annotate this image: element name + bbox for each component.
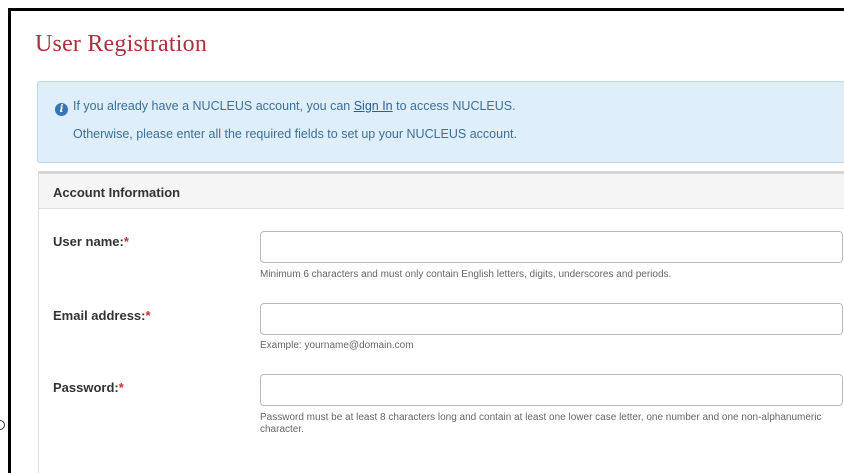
- username-help: Minimum 6 characters and must only conta…: [260, 269, 672, 280]
- password-help: Password must be at least 8 characters l…: [260, 412, 822, 435]
- required-asterisk: *: [118, 380, 124, 395]
- username-input[interactable]: [260, 231, 843, 263]
- email-help: Example: yourname@domain.com: [260, 340, 414, 351]
- username-label-text: User name:: [53, 234, 124, 249]
- panel-heading: Account Information: [39, 174, 844, 209]
- email-input[interactable]: [260, 303, 843, 335]
- info-circle-icon: i: [55, 103, 68, 116]
- account-information-panel: Account Information User name:* Minimum …: [38, 171, 844, 473]
- password-input[interactable]: [260, 374, 843, 406]
- password-label-text: Password:: [53, 380, 119, 395]
- info-text-before-link: If you already have a NUCLEUS account, y…: [73, 99, 354, 113]
- username-label: User name:*: [53, 234, 129, 249]
- info-alert: i If you already have a NUCLEUS account, …: [37, 81, 844, 163]
- panel-heading-title: Account Information: [53, 185, 181, 200]
- info-text-after-link: to access NUCLEUS.: [392, 99, 516, 113]
- email-label-text: Email address:: [53, 308, 146, 323]
- required-asterisk: *: [145, 308, 151, 323]
- info-line-1: i If you already have a NUCLEUS account, …: [55, 99, 516, 116]
- email-label: Email address:*: [53, 308, 151, 323]
- registration-window: User Registration i If you already have a…: [8, 8, 844, 473]
- page-title: User Registration: [35, 31, 208, 57]
- required-asterisk: *: [123, 234, 129, 249]
- password-label: Password:*: [53, 380, 124, 395]
- info-line-2: Otherwise, please enter all the required…: [73, 127, 517, 141]
- sign-in-link[interactable]: Sign In: [354, 99, 393, 113]
- bullet-marker: [0, 420, 8, 430]
